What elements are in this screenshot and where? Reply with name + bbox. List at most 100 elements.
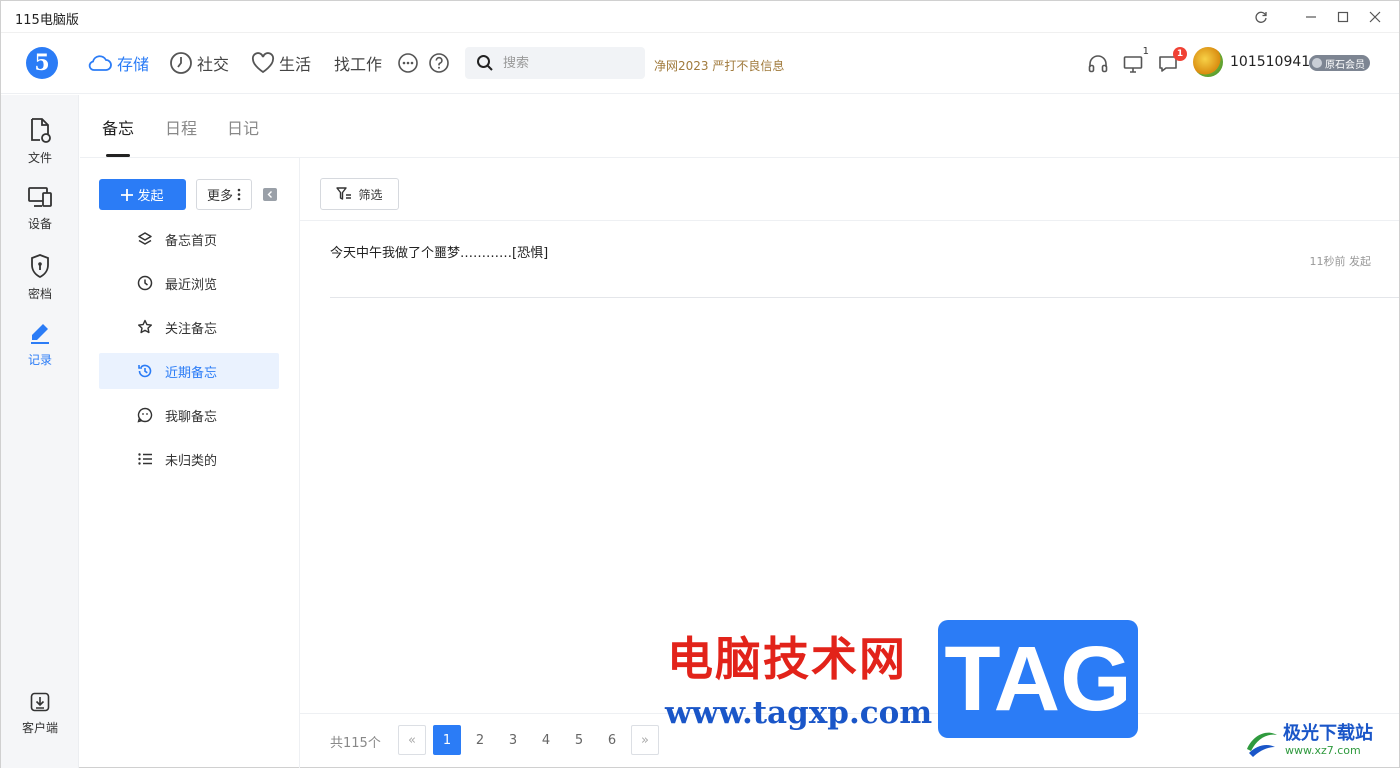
nav-social[interactable]: 社交 <box>169 51 229 75</box>
prev-page-button[interactable]: « <box>398 725 426 755</box>
vertical-dots-icon <box>237 188 241 201</box>
watermark-site-title: 电脑技术网 <box>667 632 907 686</box>
menu-item-uncategorized[interactable]: 未归类的 <box>99 441 279 477</box>
title-bar: 115电脑版 <box>1 1 1399 33</box>
filter-icon <box>336 187 352 200</box>
close-icon[interactable] <box>1361 5 1389 29</box>
headset-icon[interactable] <box>1086 52 1110 76</box>
more-button[interactable]: 更多 <box>196 179 252 210</box>
nav-storage[interactable]: 存储 <box>87 51 149 75</box>
more-label: 更多 <box>206 189 233 204</box>
filter-button[interactable]: 筛选 <box>320 178 399 210</box>
filter-label: 筛选 <box>358 187 383 202</box>
page-6[interactable]: 6 <box>598 725 626 755</box>
tab-schedule[interactable]: 日程 <box>165 115 197 139</box>
collapse-sidebar-icon[interactable] <box>263 188 277 201</box>
pen-icon <box>31 324 49 344</box>
menu-item-label: 关注备忘 <box>165 321 218 337</box>
recent-icon <box>138 364 152 378</box>
page-2[interactable]: 2 <box>466 725 494 755</box>
menu-item-label: 最近浏览 <box>165 277 218 293</box>
star-icon <box>138 319 152 334</box>
page-1[interactable]: 1 <box>433 725 461 755</box>
rail-item-client[interactable]: 客户端 <box>1 691 79 751</box>
menu-item-starred[interactable]: 关注备忘 <box>99 309 279 345</box>
menu-item-label: 近期备忘 <box>165 365 218 381</box>
cloud-icon <box>88 55 112 71</box>
top-nav: 5 存储 社交 生活 找工作 净网2023 严打不良信息 1 <box>1 33 1399 94</box>
left-rail: 文件 设备 密档 记录 客户端 <box>1 95 79 768</box>
list-item[interactable]: 今天中午我做了个噩梦…………[恐惧] 11秒前 发起 <box>330 221 1399 298</box>
window-title: 115电脑版 <box>15 13 79 28</box>
watermark-xz-url: www.xz7.com <box>1285 744 1361 757</box>
tab-diary[interactable]: 日记 <box>227 115 259 139</box>
rail-item-files[interactable]: 文件 <box>1 117 79 177</box>
list-icon <box>138 453 152 465</box>
rail-records-label: 记录 <box>27 353 52 367</box>
vip-label: 原石会员 <box>1325 59 1365 71</box>
tab-active-indicator <box>106 154 130 157</box>
device-count: 1 <box>1142 46 1149 57</box>
app-logo[interactable]: 5 <box>26 47 58 79</box>
device-icon <box>28 187 52 207</box>
nav-jobs-label: 找工作 <box>334 55 383 74</box>
refresh-icon[interactable] <box>1247 5 1275 29</box>
app-window: 115电脑版 5 存储 社交 生活 找工作 搜索 净网2023 严打不良信息 1… <box>0 0 1400 768</box>
message-badge: 1 <box>1173 47 1187 61</box>
chat-icon <box>137 407 153 423</box>
nav-social-label: 社交 <box>197 55 230 74</box>
file-icon <box>31 118 51 143</box>
minimize-icon[interactable] <box>1297 5 1325 29</box>
aurora-logo-icon <box>1247 732 1277 757</box>
page-4[interactable]: 4 <box>532 725 560 755</box>
next-page-button[interactable]: » <box>631 725 659 755</box>
menu-item-label: 未归类的 <box>165 453 218 469</box>
avatar[interactable] <box>1193 47 1223 77</box>
maximize-icon[interactable] <box>1329 5 1357 29</box>
search-icon <box>477 55 493 71</box>
menu-item-chat-memos[interactable]: 我聊备忘 <box>99 397 279 433</box>
rail-devices-label: 设备 <box>27 217 52 231</box>
rail-item-records[interactable]: 记录 <box>1 321 79 381</box>
menu-item-recent-browse[interactable]: 最近浏览 <box>99 265 279 301</box>
search-input[interactable] <box>503 52 633 74</box>
menu-item-recent-memos[interactable]: 近期备忘 <box>99 353 279 389</box>
page-3[interactable]: 3 <box>499 725 527 755</box>
history-icon <box>137 275 153 291</box>
memo-text: 今天中午我做了个噩梦…………[恐惧] <box>330 246 549 261</box>
download-box-icon <box>30 692 50 712</box>
create-label: 发起 <box>137 189 164 204</box>
rail-client-label: 客户端 <box>21 721 58 735</box>
more-dots-icon[interactable] <box>397 52 419 74</box>
search-box[interactable] <box>465 47 645 79</box>
page-5[interactable]: 5 <box>565 725 593 755</box>
rail-vault-label: 密档 <box>27 287 52 301</box>
tab-memo[interactable]: 备忘 <box>102 115 134 139</box>
rail-item-vault[interactable]: 密档 <box>1 253 79 313</box>
nav-storage-label: 存储 <box>117 55 150 74</box>
monitor-icon[interactable]: 1 <box>1121 46 1149 76</box>
memo-meta: 11秒前 发起 <box>1309 255 1372 268</box>
layers-icon <box>138 232 152 245</box>
menu-item-label: 我聊备忘 <box>165 409 218 425</box>
clock-icon <box>170 52 192 74</box>
nav-life-label: 生活 <box>279 55 312 74</box>
watermark-site-url: www.tagxp.com <box>665 695 933 731</box>
notice-text[interactable]: 净网2023 严打不良信息 <box>654 57 784 74</box>
username[interactable]: 101510941 <box>1230 54 1310 70</box>
create-button[interactable]: 发起 <box>99 179 186 210</box>
rail-item-devices[interactable]: 设备 <box>1 185 79 245</box>
nav-life[interactable]: 生活 <box>251 51 311 75</box>
memo-sidebar: 发起 更多 备忘首页 最近浏览 关注备忘 近期备忘 我聊备忘 未归类的 <box>80 158 300 768</box>
menu-item-label: 备忘首页 <box>165 233 218 249</box>
total-count: 共115个 <box>330 736 381 751</box>
help-icon[interactable] <box>428 52 450 74</box>
watermark-xz-name: 极光下载站 <box>1283 723 1373 744</box>
vip-badge[interactable]: 原石会员 <box>1309 55 1370 71</box>
menu-item-memo-home[interactable]: 备忘首页 <box>99 221 279 257</box>
nav-jobs[interactable]: 找工作 <box>334 51 382 75</box>
message-icon[interactable]: 1 <box>1156 47 1187 76</box>
heart-icon <box>251 52 275 74</box>
rail-files-label: 文件 <box>27 151 52 165</box>
watermark-xz-logo: 极光下载站 www.xz7.com <box>1241 719 1391 763</box>
